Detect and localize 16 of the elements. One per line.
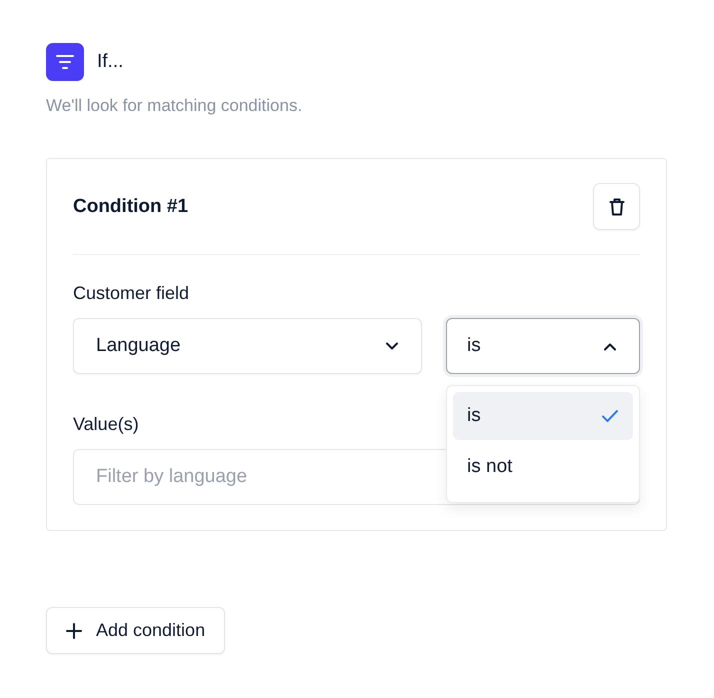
chevron-up-icon — [603, 342, 617, 350]
field-label: Customer field — [73, 283, 190, 304]
plus-icon — [66, 622, 82, 638]
checkmark-icon — [601, 409, 619, 423]
chevron-down-icon — [385, 342, 399, 350]
condition-title: Condition #1 — [73, 196, 188, 218]
delete-button[interactable] — [593, 183, 640, 230]
add-condition-button[interactable]: Add condition — [46, 607, 226, 654]
trash-icon — [608, 196, 624, 216]
filter-icon — [46, 43, 84, 81]
values-label: Value(s) — [73, 414, 139, 435]
field-select[interactable]: Language — [73, 318, 422, 374]
dropdown-option[interactable]: is — [453, 392, 633, 440]
operator-select[interactable]: is — [446, 318, 640, 374]
section-title: If... — [97, 51, 124, 73]
section-description: We'll look for matching conditions. — [46, 96, 304, 116]
